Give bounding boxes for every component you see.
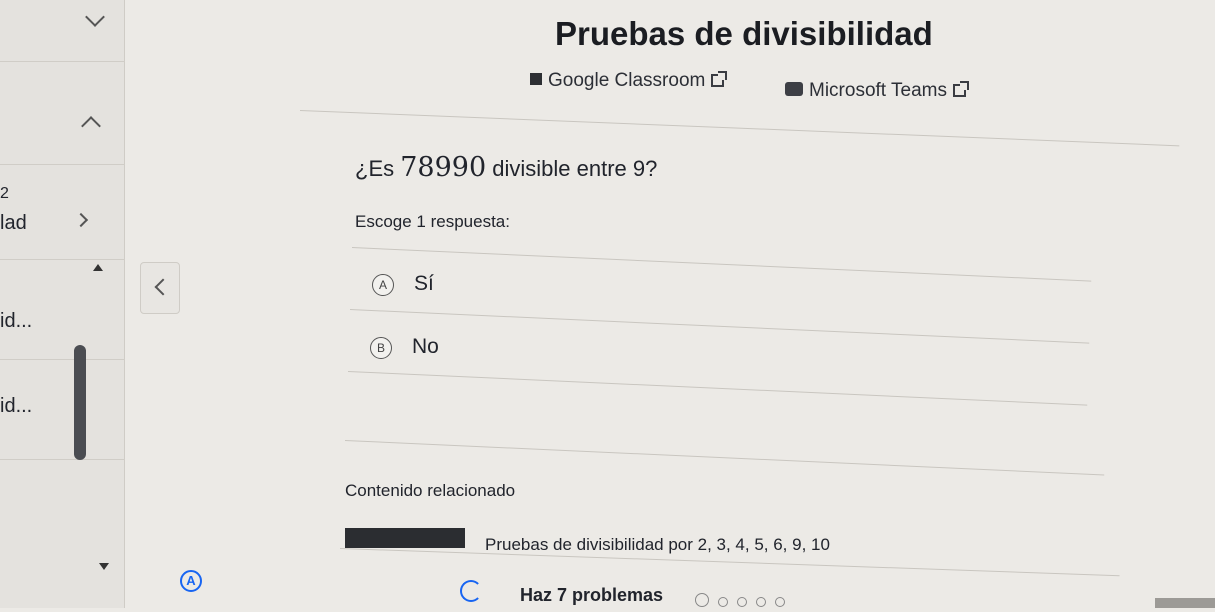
sidebar-item-label: lad xyxy=(0,212,27,234)
related-content-heading: Contenido relacionado xyxy=(345,481,516,500)
external-link-icon xyxy=(952,81,969,97)
sidebar: 2 lad id... id... xyxy=(0,0,125,608)
progress-dots xyxy=(695,591,794,612)
question-number: 78990 xyxy=(400,152,487,183)
question-prefix: ¿Es xyxy=(355,156,401,181)
energy-badge-icon: A xyxy=(180,570,202,592)
sidebar-item-collapsed[interactable] xyxy=(0,0,125,62)
refresh-icon xyxy=(460,580,482,602)
next-button[interactable] xyxy=(1155,598,1215,608)
progress-dot xyxy=(718,597,728,607)
video-thumbnail[interactable] xyxy=(345,528,465,548)
choice-label: Sí xyxy=(414,272,434,295)
progress-dot xyxy=(775,597,785,607)
choice-letter: A xyxy=(372,274,394,296)
progress-dot xyxy=(756,597,766,607)
choice-a[interactable]: A Sí xyxy=(372,272,1072,312)
choice-b[interactable]: B No xyxy=(370,335,1070,375)
question-suffix: divisible entre 9? xyxy=(486,156,658,181)
sidebar-item-label: id... xyxy=(0,395,33,417)
choice-letter: B xyxy=(370,337,392,359)
sidebar-item-unit[interactable]: lad xyxy=(0,200,125,260)
choice-divider xyxy=(347,371,1088,406)
choice-label: No xyxy=(412,335,439,358)
progress-dot xyxy=(737,597,747,607)
progress-dot xyxy=(695,593,709,607)
sidebar-item-label: id... xyxy=(0,310,33,332)
scroll-up-icon[interactable] xyxy=(93,264,103,271)
share-label: Microsoft Teams xyxy=(809,80,947,101)
question-prompt: Escoge 1 respuesta: xyxy=(355,212,510,231)
page-title: Pruebas de divisibilidad xyxy=(555,15,933,52)
sidebar-item-lesson-2[interactable]: id... xyxy=(0,392,125,460)
sidebar-item-expanded[interactable] xyxy=(0,85,125,165)
share-google-classroom-link[interactable]: Google Classroom xyxy=(530,70,728,92)
external-link-icon xyxy=(711,71,728,87)
task-label: Haz 7 problemas xyxy=(520,585,664,605)
scroll-down-icon[interactable] xyxy=(99,563,109,570)
divider xyxy=(299,110,1180,147)
microsoft-teams-icon xyxy=(785,82,803,96)
collapse-sidebar-button[interactable] xyxy=(140,262,180,314)
chevron-left-icon xyxy=(154,278,172,296)
divider xyxy=(344,440,1105,476)
scrollbar-thumb[interactable] xyxy=(74,345,86,460)
chevron-up-icon xyxy=(81,116,101,136)
share-label: Google Classroom xyxy=(548,70,706,91)
sidebar-item-lesson-1[interactable]: id... xyxy=(0,300,125,360)
share-microsoft-teams-link[interactable]: Microsoft Teams xyxy=(785,80,969,102)
question-text: ¿Es 78990 divisible entre 9? xyxy=(355,152,657,183)
chevron-down-icon xyxy=(85,7,105,27)
related-video-link[interactable]: Pruebas de divisibilidad por 2, 3, 4, 5,… xyxy=(485,535,830,555)
google-classroom-icon xyxy=(530,73,542,85)
